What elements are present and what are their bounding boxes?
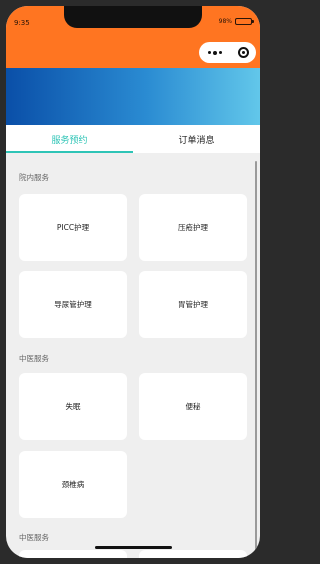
service-card[interactable]: PICC护理: [19, 194, 127, 261]
service-card-partial[interactable]: [139, 550, 247, 558]
phone-screen: 9:35 98% 服务预约 订单消息 院内服务 PICC护理 压疮护理 导尿管护…: [6, 6, 260, 558]
tab-service-booking[interactable]: 服务预约: [6, 125, 133, 153]
tab-order-messages[interactable]: 订单消息: [133, 125, 260, 153]
service-card[interactable]: 便秘: [139, 373, 247, 440]
section-title: 院内服务: [19, 173, 49, 182]
more-dots-icon[interactable]: [199, 50, 230, 55]
section-title: 中医服务: [19, 533, 49, 542]
section-title: 中医服务: [19, 354, 49, 363]
close-circle-icon[interactable]: [230, 47, 256, 58]
status-time: 9:35: [14, 19, 30, 27]
service-card-partial[interactable]: [19, 550, 127, 558]
service-card[interactable]: 胃管护理: [139, 271, 247, 338]
service-card[interactable]: 颈椎病: [19, 451, 127, 518]
battery-percent: 98%: [218, 18, 232, 25]
miniprogram-capsule: [199, 42, 256, 63]
service-list: 院内服务 PICC护理 压疮护理 导尿管护理 胃管护理 中医服务 失眠 便秘 颈…: [6, 153, 260, 558]
status-right: 98%: [218, 18, 254, 25]
service-card[interactable]: 压疮护理: [139, 194, 247, 261]
service-card[interactable]: 导尿管护理: [19, 271, 127, 338]
home-indicator[interactable]: [95, 546, 172, 549]
service-card[interactable]: 失眠: [19, 373, 127, 440]
banner-image[interactable]: [6, 68, 260, 125]
tab-bar: 服务预约 订单消息: [6, 125, 260, 153]
battery-icon: [235, 18, 254, 25]
camera-notch: [64, 6, 202, 28]
scrollbar[interactable]: [255, 161, 257, 553]
